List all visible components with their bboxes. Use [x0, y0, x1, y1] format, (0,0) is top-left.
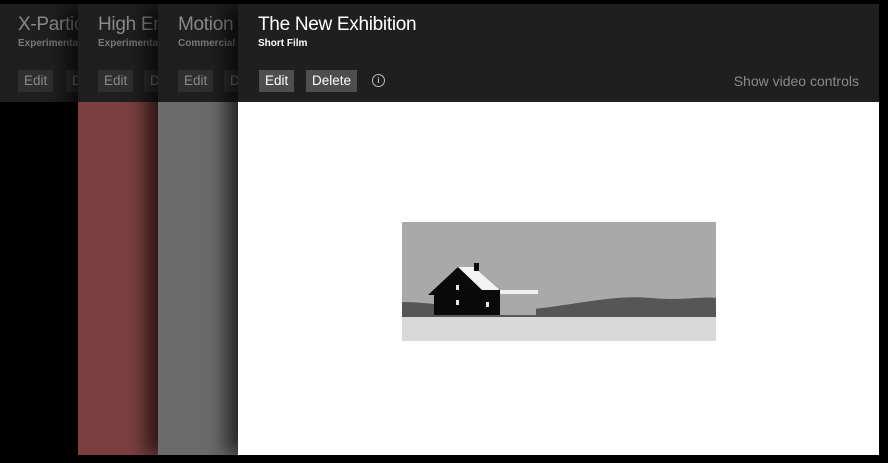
project-card-the-new-exhibition[interactable]: The New Exhibition Short Film Edit Delet…	[238, 4, 879, 455]
edit-button[interactable]: Edit	[18, 70, 54, 92]
house-window	[456, 300, 459, 305]
video-preview[interactable]	[238, 102, 879, 455]
edit-button[interactable]: Edit	[259, 70, 295, 92]
card-title: The New Exhibition	[258, 14, 417, 35]
house-window	[456, 285, 459, 290]
video-thumbnail	[402, 222, 716, 341]
snow-ground	[402, 317, 716, 341]
card-category: Commercial	[178, 38, 236, 49]
info-icon[interactable]: i	[372, 74, 385, 87]
edit-button[interactable]: Edit	[98, 70, 134, 92]
card-category: Short Film	[258, 38, 308, 49]
show-video-controls-link[interactable]: Show video controls	[734, 73, 859, 89]
card-category: Experimental	[98, 38, 161, 49]
edit-button[interactable]: Edit	[178, 70, 214, 92]
card-category: Experimental	[18, 38, 81, 49]
house-window	[486, 302, 489, 307]
chimney	[474, 263, 479, 271]
card-header: The New Exhibition Short Film Edit Delet…	[238, 4, 879, 102]
delete-button[interactable]: Delete	[306, 70, 358, 92]
card-title: Motion	[178, 14, 234, 35]
